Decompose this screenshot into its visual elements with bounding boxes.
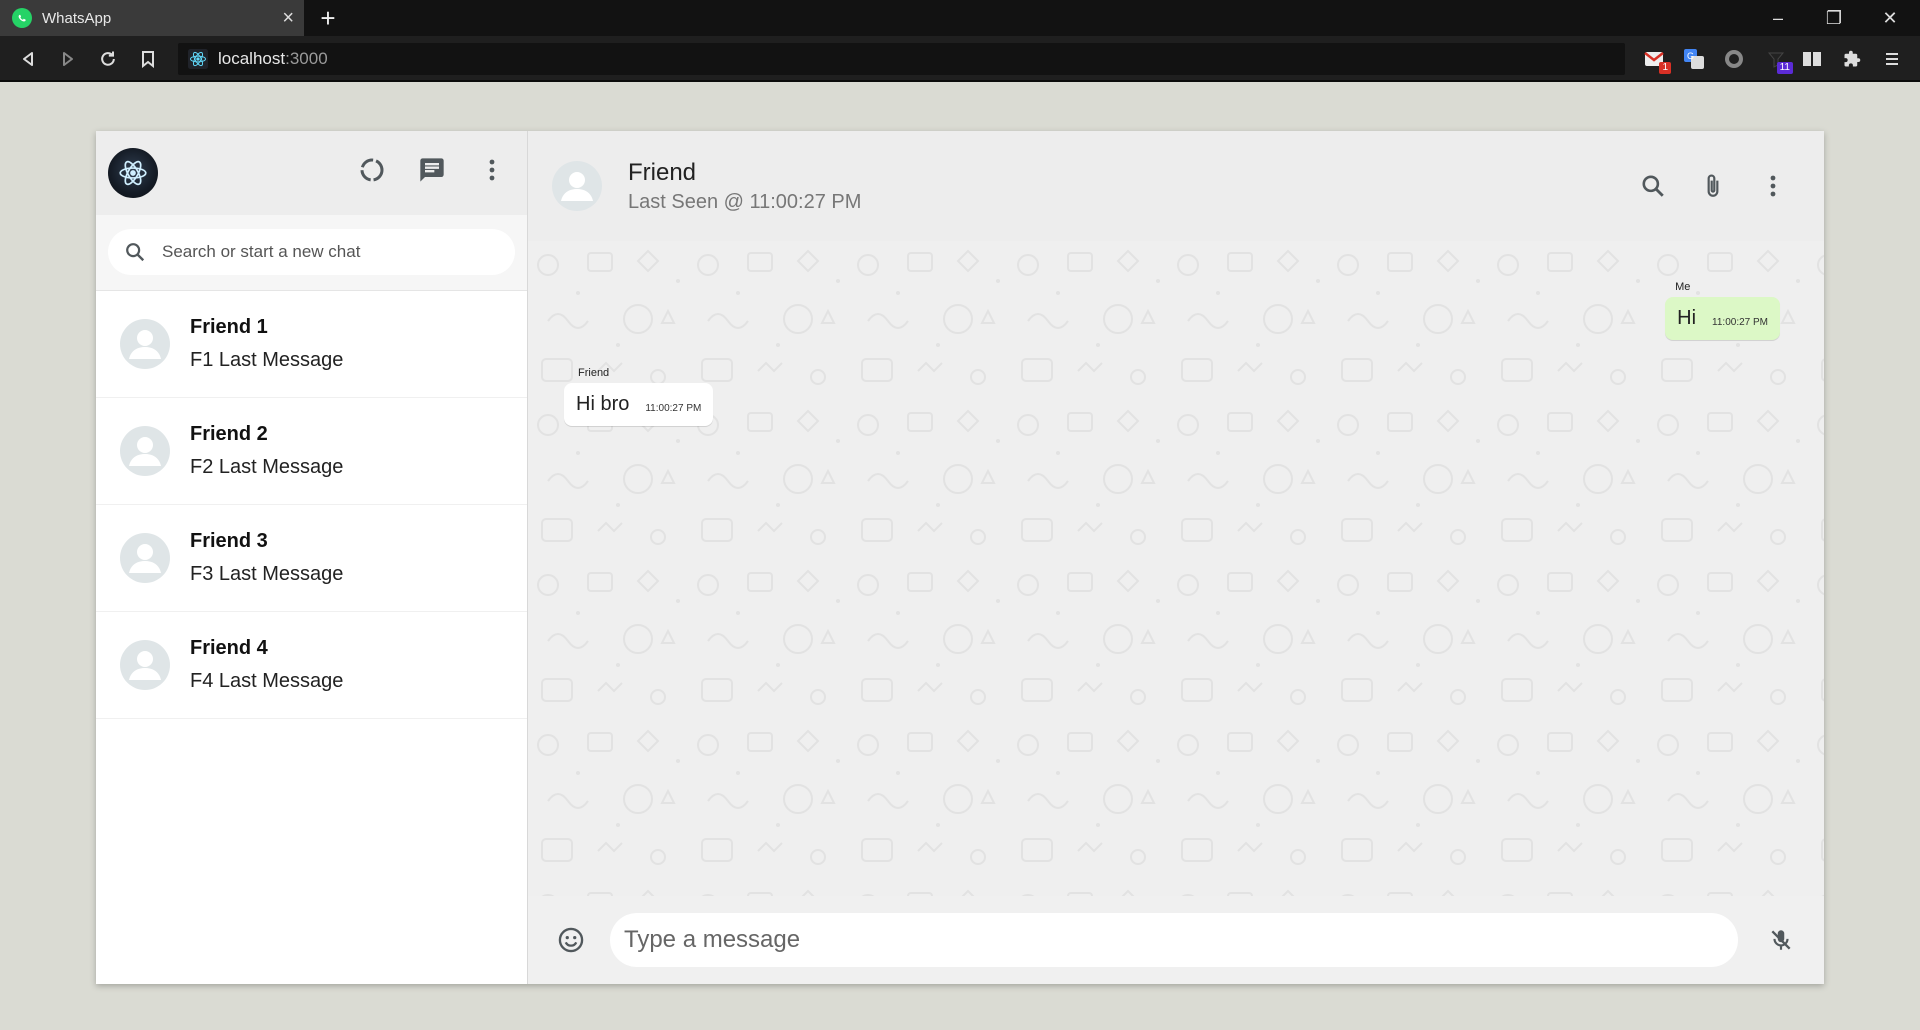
chat-name: Friend 3 (190, 530, 268, 552)
contact-avatar (120, 640, 170, 690)
last-seen: Last Seen @ 11:00:27 PM (628, 190, 862, 213)
chat-last-message: F4 Last Message (190, 670, 344, 692)
chat-list-item[interactable]: Friend 1 F1 Last Message (96, 291, 527, 398)
translate-extension-icon[interactable]: G (1682, 47, 1706, 71)
contact-avatar (120, 319, 170, 369)
react-logo-icon (119, 160, 147, 186)
search-input[interactable] (162, 242, 482, 262)
status-icon[interactable] (357, 155, 387, 185)
contact-avatar (120, 533, 170, 583)
chat-panel: Friend Last Seen @ 11:00:27 PM Me Hi 11:… (528, 131, 1824, 984)
chat-name: Friend 2 (190, 423, 268, 445)
contact-info[interactable]: Friend Last Seen @ 11:00:27 PM (628, 159, 861, 214)
contact-avatar[interactable] (552, 161, 602, 211)
message-text: Hi bro (576, 393, 630, 415)
search-box (108, 229, 515, 275)
message-outgoing: Me Hi 11:00:27 PM (1665, 281, 1780, 340)
chat-background-pattern (528, 241, 1824, 896)
sidebar-header-icons (357, 155, 507, 185)
extensions-puzzle-icon[interactable] (1840, 47, 1864, 71)
browser-tab[interactable]: WhatsApp × (0, 0, 304, 36)
user-avatar[interactable] (108, 148, 158, 198)
browser-menu-icon[interactable] (1880, 47, 1904, 71)
chat-last-message: F2 Last Message (190, 456, 344, 478)
url-port: :3000 (285, 49, 328, 68)
attach-icon[interactable] (1698, 171, 1728, 201)
chat-header: Friend Last Seen @ 11:00:27 PM (528, 131, 1824, 241)
whatsapp-icon (12, 8, 32, 28)
sidebar: Friend 1 F1 Last Message Friend 2 F2 Las… (96, 131, 528, 984)
url-host: localhost (218, 49, 286, 68)
message-time: 11:00:27 PM (1712, 317, 1768, 328)
chat-messages: Me Hi 11:00:27 PM Friend Hi bro 11:00:27… (528, 241, 1824, 896)
reload-icon[interactable] (96, 47, 120, 71)
message-bubble[interactable]: Hi bro 11:00:27 PM (564, 383, 714, 426)
counter-badge: 11 (1776, 62, 1793, 74)
chat-header-icons (1638, 171, 1788, 201)
search-icon (126, 243, 145, 262)
react-icon (188, 49, 208, 69)
browser-tabbar: WhatsApp × + – ❐ ✕ (0, 0, 1920, 36)
contact-name: Friend (628, 158, 697, 186)
address-bar[interactable]: localhost:3000 (178, 43, 1625, 75)
message-bubble[interactable]: Hi 11:00:27 PM (1665, 297, 1780, 340)
bookmark-icon[interactable] (136, 47, 160, 71)
message-input[interactable] (624, 926, 1738, 954)
mic-off-icon[interactable] (1766, 925, 1796, 955)
message-input-box (610, 913, 1738, 967)
chat-name: Friend 1 (190, 316, 268, 338)
chat-list-item[interactable]: Friend 3 F3 Last Message (96, 505, 527, 612)
tab-title: WhatsApp (42, 9, 112, 27)
chat-footer (528, 896, 1824, 984)
gmail-extension-icon[interactable]: 1 (1642, 47, 1671, 74)
chat-list: Friend 1 F1 Last Message Friend 2 F2 Las… (96, 291, 527, 984)
counter-extension-icon[interactable]: 11 (1764, 47, 1793, 74)
message-incoming: Friend Hi bro 11:00:27 PM (564, 367, 714, 426)
maximize-button[interactable]: ❐ (1806, 0, 1862, 36)
chat-list-item[interactable]: Friend 2 F2 Last Message (96, 398, 527, 505)
minimize-button[interactable]: – (1750, 0, 1806, 36)
whatsapp-app: Friend 1 F1 Last Message Friend 2 F2 Las… (96, 131, 1824, 984)
chat-name: Friend 4 (190, 637, 268, 659)
message-sender: Friend (578, 367, 610, 379)
emoji-icon[interactable] (556, 925, 586, 955)
new-tab-button[interactable]: + (314, 4, 342, 32)
contact-avatar (120, 426, 170, 476)
sidebar-search (96, 215, 527, 291)
chat-list-item[interactable]: Friend 4 F4 Last Message (96, 612, 527, 719)
close-window-button[interactable]: ✕ (1862, 0, 1918, 36)
svg-text:G: G (1687, 51, 1694, 61)
search-icon[interactable] (1638, 171, 1668, 201)
browser-toolbar: localhost:3000 1 G 11 (0, 36, 1920, 82)
chat-last-message: F1 Last Message (190, 349, 344, 371)
new-chat-icon[interactable] (417, 155, 447, 185)
tab-close-icon[interactable]: × (282, 7, 294, 30)
forward-icon[interactable] (56, 47, 80, 71)
privacy-extension-icon[interactable] (1722, 47, 1746, 71)
reader-mode-icon[interactable] (1800, 47, 1824, 71)
sidebar-header (96, 131, 527, 215)
gmail-badge: 1 (1659, 62, 1671, 74)
back-icon[interactable] (16, 47, 40, 71)
more-options-icon[interactable] (477, 155, 507, 185)
message-sender: Me (1675, 281, 1691, 293)
chat-last-message: F3 Last Message (190, 563, 344, 585)
more-options-icon[interactable] (1758, 171, 1788, 201)
message-time: 11:00:27 PM (645, 403, 702, 414)
message-text: Hi (1677, 307, 1697, 329)
